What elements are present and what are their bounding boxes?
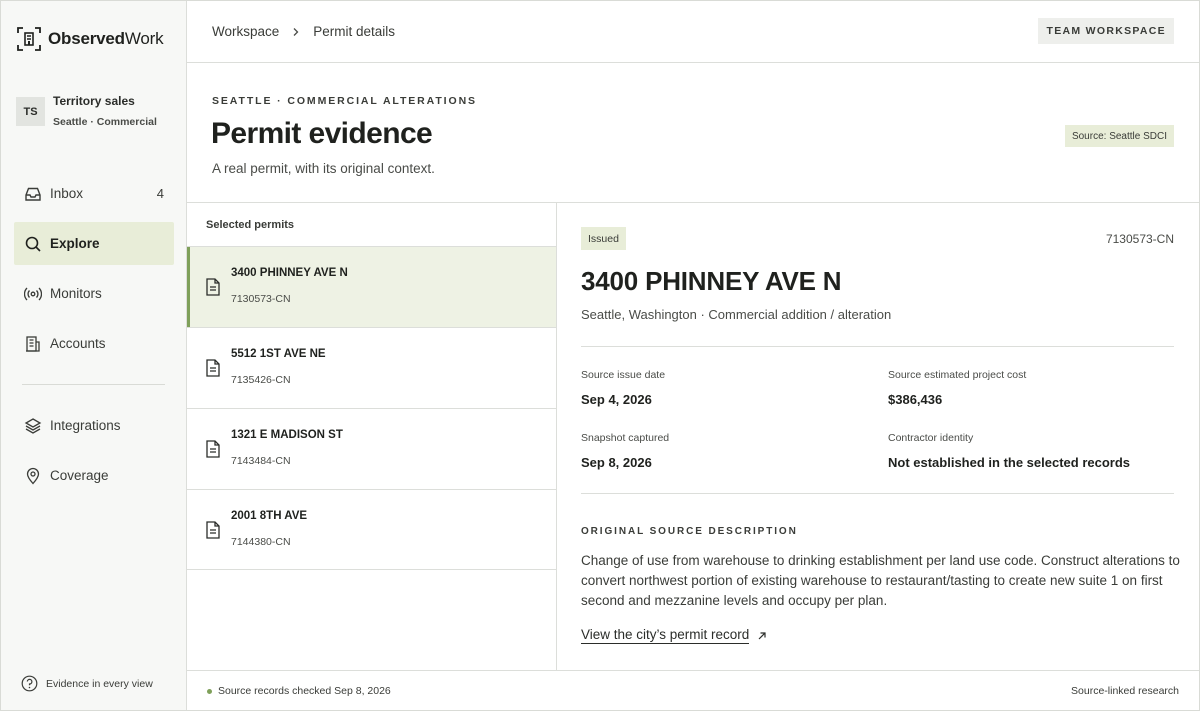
sidebar-footer[interactable]: Evidence in every view [21, 675, 153, 692]
sidebar-item-coverage[interactable]: Coverage [14, 454, 174, 497]
permit-number: 7130573-CN [1105, 232, 1174, 246]
inbox-count-badge: 4 [156, 186, 164, 201]
divider [581, 493, 1174, 494]
team-workspace-button[interactable]: TEAM WORKSPACE [1038, 18, 1174, 44]
page-title: Permit evidence [211, 117, 433, 150]
status-text: Source records checked Sep 8, 2026 [218, 685, 391, 697]
footer-note: Source-linked research [1071, 685, 1179, 697]
sidebar-item-label: Explore [50, 236, 100, 251]
page-subtitle: A real permit, with its original context… [212, 161, 435, 176]
permit-list-item[interactable]: 3400 PHINNEY AVE N 7130573-CN [187, 246, 556, 327]
page-eyebrow: SEATTLE · COMMERCIAL ALTERATIONS [212, 95, 477, 107]
issue-date-field: Source issue date Sep 4, 2026 [581, 369, 665, 407]
avatar: TS [16, 97, 45, 126]
map-pin-icon [24, 467, 42, 485]
permit-address: 2001 8TH AVE [231, 510, 308, 522]
divider [581, 346, 1174, 347]
sidebar-item-label: Monitors [50, 286, 102, 301]
document-icon [206, 521, 220, 539]
permit-id: 7143484-CN [231, 455, 291, 467]
account-switcher[interactable]: TS Territory sales Seattle · Commercial [16, 94, 157, 128]
account-name: Territory sales [53, 94, 135, 108]
permit-list: Selected permits 3400 PHINNEY AVE N 7130… [187, 203, 557, 670]
breadcrumb-workspace[interactable]: Workspace [212, 24, 279, 39]
sidebar-item-integrations[interactable]: Integrations [14, 404, 174, 447]
sidebar-item-monitors[interactable]: Monitors [14, 272, 174, 315]
sidebar-footer-text: Evidence in every view [46, 677, 153, 690]
field-value: $386,436 [888, 392, 943, 407]
broadcast-icon [24, 285, 42, 303]
source-badge: Source: Seattle SDCI [1064, 125, 1174, 147]
section-heading: ORIGINAL SOURCE DESCRIPTION [581, 526, 798, 537]
building-icon [24, 335, 42, 353]
permit-id: 7130573-CN [231, 293, 291, 305]
external-link-icon [758, 631, 766, 639]
sidebar-item-label: Integrations [50, 418, 121, 433]
brand-name: ObservedWork [48, 29, 164, 48]
status-dot [207, 688, 212, 694]
document-icon [206, 278, 220, 296]
permit-subtitle: Seattle, Washington · Commercial additio… [581, 307, 892, 322]
account-scope: Seattle · Commercial [53, 116, 157, 128]
permit-list-item[interactable]: 1321 E MADISON ST 7143484-CN [187, 408, 556, 489]
help-icon [21, 675, 38, 692]
sidebar-item-explore[interactable]: Explore [14, 222, 174, 265]
permit-list-header: Selected permits [206, 218, 295, 231]
permit-title: 3400 PHINNEY AVE N [581, 266, 842, 296]
contractor-field: Contractor identity Not established in t… [888, 432, 1130, 470]
link-label: View the city’s permit record [581, 627, 750, 644]
search-icon [24, 235, 42, 253]
topbar: Workspace Permit details TEAM WORKSPACE [187, 1, 1199, 63]
project-cost-field: Source estimated project cost $386,436 [888, 369, 1026, 407]
secondary-nav: Integrations Coverage [14, 404, 174, 504]
sidebar-item-accounts[interactable]: Accounts [14, 322, 174, 365]
document-icon [206, 359, 220, 377]
breadcrumb: Workspace Permit details [212, 24, 395, 39]
sidebar-item-inbox[interactable]: Inbox 4 [14, 172, 174, 215]
sidebar: ObservedWork TS Territory sales Seattle … [1, 1, 187, 710]
primary-nav: Inbox 4 Explore Monitors Accounts [14, 172, 174, 372]
breadcrumb-current: Permit details [313, 24, 396, 39]
brand-logo[interactable]: ObservedWork [16, 26, 164, 52]
status-badge: Issued [581, 227, 626, 250]
inbox-icon [24, 185, 42, 203]
field-value: Sep 4, 2026 [581, 392, 652, 407]
nav-divider [22, 384, 165, 385]
field-label: Snapshot captured [581, 432, 670, 444]
document-icon [206, 440, 220, 458]
field-value: Sep 8, 2026 [581, 455, 652, 470]
permit-record-link[interactable]: View the city’s permit record [581, 627, 767, 644]
sidebar-item-label: Accounts [50, 336, 106, 351]
field-value: Not established in the selected records [888, 455, 1131, 470]
permit-address: 3400 PHINNEY AVE N [231, 267, 348, 279]
page-header: SEATTLE · COMMERCIAL ALTERATIONS Permit … [187, 63, 1199, 203]
source-description: Change of use from warehouse to drinking… [581, 553, 1180, 608]
logo-icon [17, 27, 41, 51]
permit-id: 7144380-CN [231, 536, 291, 548]
snapshot-field: Snapshot captured Sep 8, 2026 [581, 432, 669, 470]
field-label: Source estimated project cost [888, 369, 1027, 381]
permit-list-item[interactable]: 2001 8TH AVE 7144380-CN [187, 489, 556, 570]
permit-detail: Issued 7130573-CN 3400 PHINNEY AVE N Sea… [557, 203, 1199, 670]
permit-address: 1321 E MADISON ST [231, 429, 343, 441]
field-label: Source issue date [581, 369, 666, 381]
status-bar: Source records checked Sep 8, 2026 Sourc… [187, 670, 1199, 711]
app-window: ObservedWork TS Territory sales Seattle … [0, 0, 1200, 711]
permit-address: 5512 1ST AVE NE [231, 348, 326, 360]
field-label: Contractor identity [888, 432, 974, 444]
sidebar-item-label: Coverage [50, 468, 109, 483]
sidebar-item-label: Inbox [50, 186, 84, 201]
permit-workspace: Selected permits 3400 PHINNEY AVE N 7130… [187, 203, 1199, 670]
chevron-right-icon [291, 27, 301, 37]
main-content: Workspace Permit details TEAM WORKSPACE … [187, 1, 1199, 710]
permit-list-item[interactable]: 5512 1ST AVE NE 7135426-CN [187, 327, 556, 408]
layers-icon [24, 417, 42, 435]
permit-id: 7135426-CN [231, 374, 291, 386]
